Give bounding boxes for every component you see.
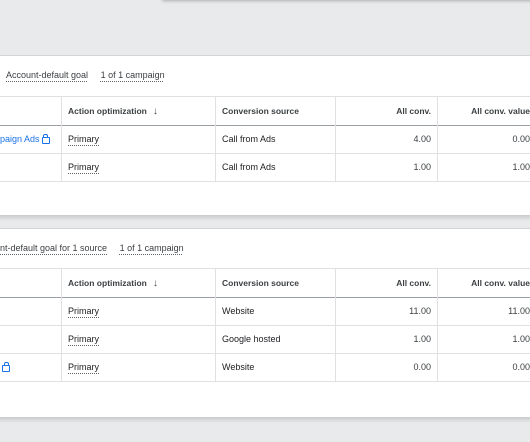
goal-section-default-for-source: nt-default goal for 1 source 1 of 1 camp… [0,228,530,418]
all-conv-value: 4.00 [413,134,431,144]
campaign-count[interactable]: 1 of 1 campaign [120,243,184,253]
all-conv-value-amount: 11.00 [508,306,530,316]
header-cell-name [0,269,62,297]
optimization-value[interactable]: Primary [68,134,99,144]
all-conv-value-amount: 0.00 [512,134,530,144]
table-row: paign Ads Primary Call from Ads 4.00 0.0… [0,125,530,154]
row-name-cell [0,325,62,353]
source-value: Website [222,306,255,316]
all-conv-value: 0.00 [413,362,431,372]
header-action-optimization[interactable]: Action optimization ↓ [62,269,216,297]
lock-icon [41,133,50,144]
row-name-cell [0,153,62,181]
arrow-down-icon[interactable]: ↓ [153,106,158,117]
table-row: Primary Website 11.00 11.00 [0,297,530,326]
source-value: Website [222,362,255,372]
all-conv-cell: 0.00 [336,353,438,381]
source-cell: Google hosted [216,325,336,353]
source-value: Call from Ads [222,162,276,172]
all-conv-value: 1.00 [413,334,431,344]
header-label: Action optimization [68,278,147,288]
row-name-cell[interactable] [0,353,62,381]
section-divider [0,417,530,423]
optimization-value[interactable]: Primary [68,362,99,372]
table-header-row: Action optimization ↓ Conversion source … [0,96,530,126]
source-cell: Call from Ads [216,125,336,153]
goal-label[interactable]: Account-default goal [6,70,88,80]
header-all-conv-value[interactable]: All conv. value [438,97,530,125]
header-all-conv[interactable]: All conv. [336,269,438,297]
source-value: Google hosted [222,334,281,344]
row-name-cell[interactable]: paign Ads [0,125,62,153]
all-conv-value-amount: 1.00 [512,162,530,172]
campaign-count[interactable]: 1 of 1 campaign [101,70,165,80]
header-label: All conv. value [471,106,530,116]
row-name-cell [0,297,62,325]
header-cell-name [0,97,62,125]
table-row: Primary Google hosted 1.00 1.00 [0,325,530,354]
optimization-value[interactable]: Primary [68,306,99,316]
all-conv-value-amount: 1.00 [512,334,530,344]
all-conv-cell: 4.00 [336,125,438,153]
all-conv-value-amount: 0.00 [512,362,530,372]
table-header-row: Action optimization ↓ Conversion source … [0,268,530,298]
goal-header: Account-default goal 1 of 1 campaign [6,65,165,85]
all-conv-value-cell: 11.00 [438,297,530,325]
goal-header: nt-default goal for 1 source 1 of 1 camp… [0,238,184,258]
optimization-cell: Primary [62,125,216,153]
all-conv-value: 1.00 [413,162,431,172]
header-label: All conv. [396,106,431,116]
header-all-conv-value[interactable]: All conv. value [438,269,530,297]
all-conv-value-cell: 1.00 [438,325,530,353]
source-cell: Call from Ads [216,153,336,181]
header-label: Conversion source [222,278,299,288]
optimization-cell: Primary [62,325,216,353]
all-conv-value: 11.00 [409,306,431,316]
header-label: All conv. value [471,278,530,288]
all-conv-cell: 1.00 [336,153,438,181]
table-row: Primary Call from Ads 1.00 1.00 [0,153,530,182]
header-label: Conversion source [222,106,299,116]
header-action-optimization[interactable]: Action optimization ↓ [62,97,216,125]
optimization-value[interactable]: Primary [68,162,99,172]
source-cell: Website [216,353,336,381]
all-conv-cell: 1.00 [336,325,438,353]
header-conversion-source[interactable]: Conversion source [216,269,336,297]
header-label: All conv. [396,278,431,288]
optimization-cell: Primary [62,297,216,325]
source-value: Call from Ads [222,134,276,144]
section-divider [0,215,530,221]
lock-icon [2,361,10,372]
optimization-cell: Primary [62,153,216,181]
optimization-cell: Primary [62,353,216,381]
goal-label[interactable]: nt-default goal for 1 source [0,243,107,253]
header-conversion-source[interactable]: Conversion source [216,97,336,125]
all-conv-cell: 11.00 [336,297,438,325]
arrow-down-icon[interactable]: ↓ [153,278,158,289]
header-all-conv[interactable]: All conv. [336,97,438,125]
campaign-link[interactable]: paign Ads [0,134,40,144]
all-conv-value-cell: 0.00 [438,353,530,381]
source-cell: Website [216,297,336,325]
optimization-value[interactable]: Primary [68,334,99,344]
table-row: Primary Website 0.00 0.00 [0,353,530,382]
all-conv-value-cell: 0.00 [438,125,530,153]
all-conv-value-cell: 1.00 [438,153,530,181]
goal-section-account-default: Account-default goal 1 of 1 campaign Act… [0,55,530,216]
header-label: Action optimization [68,106,147,116]
